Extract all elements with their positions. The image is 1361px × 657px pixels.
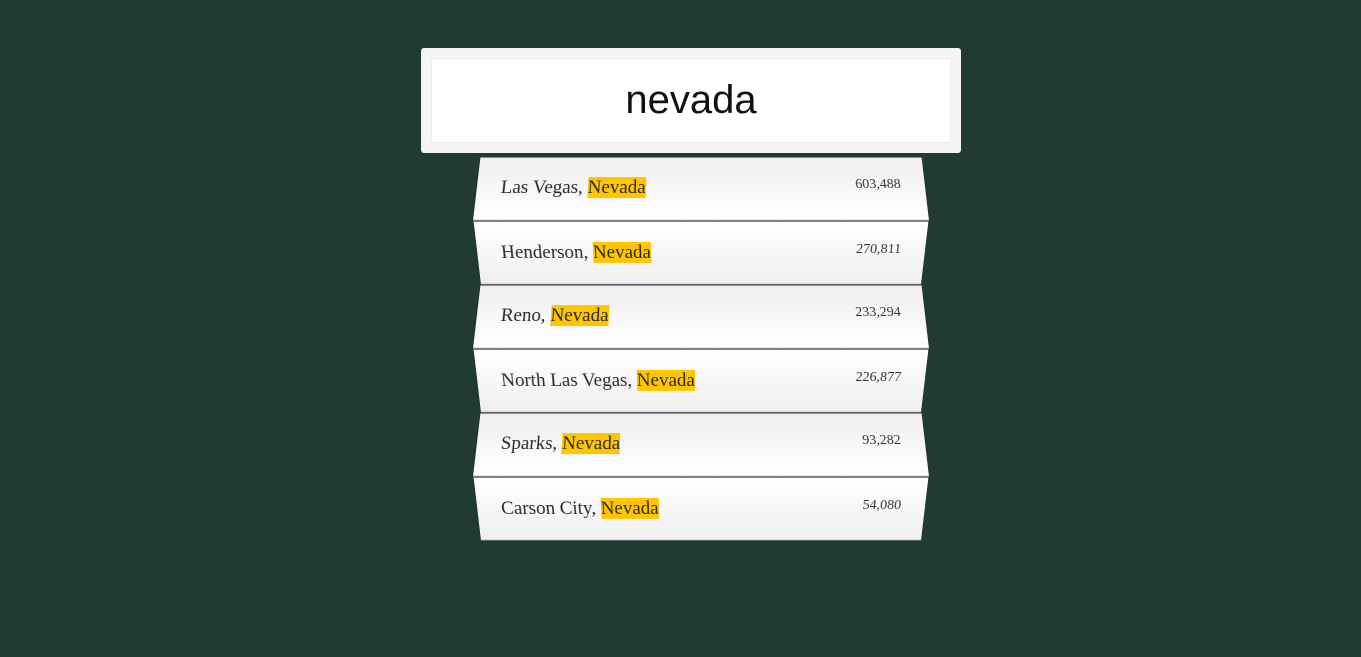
search-form — [421, 48, 961, 153]
suggestion-population: 93,282 — [861, 433, 902, 449]
suggestion-population: 270,811 — [855, 241, 902, 257]
suggestion-item-las-vegas[interactable]: Las Vegas, Nevada 603,488 — [473, 157, 929, 221]
suggestion-item-carson-city[interactable]: Carson City, Nevada 54,080 — [473, 477, 929, 541]
suggestion-name: Sparks, Nevada — [499, 433, 621, 455]
suggestion-name: Reno, Nevada — [499, 305, 610, 327]
suggestion-item-reno[interactable]: Reno, Nevada 233,294 — [473, 285, 929, 349]
match-highlight: Nevada — [587, 177, 647, 199]
suggestions-list: Las Vegas, Nevada 603,488 Henderson, Nev… — [473, 155, 929, 541]
match-highlight: Nevada — [549, 305, 610, 327]
match-highlight: Nevada — [561, 433, 621, 455]
suggestion-population: 226,877 — [854, 369, 902, 385]
match-highlight: Nevada — [592, 241, 652, 263]
suggestion-population: 233,294 — [854, 305, 902, 321]
suggestion-item-north-las-vegas[interactable]: North Las Vegas, Nevada 226,877 — [473, 349, 929, 413]
suggestion-item-sparks[interactable]: Sparks, Nevada 93,282 — [473, 413, 929, 477]
suggestion-name: Henderson, Nevada — [500, 241, 652, 263]
suggestion-item-henderson[interactable]: Henderson, Nevada 270,811 — [473, 221, 929, 285]
match-highlight: Nevada — [636, 369, 695, 391]
match-highlight: Nevada — [600, 497, 659, 519]
suggestion-name: Carson City, Nevada — [500, 497, 659, 519]
suggestion-name: Las Vegas, Nevada — [499, 177, 647, 199]
suggestion-population: 603,488 — [854, 177, 902, 193]
suggestion-name: North Las Vegas, Nevada — [500, 369, 695, 391]
suggestion-population: 54,080 — [861, 497, 902, 513]
search-input[interactable] — [431, 58, 951, 143]
